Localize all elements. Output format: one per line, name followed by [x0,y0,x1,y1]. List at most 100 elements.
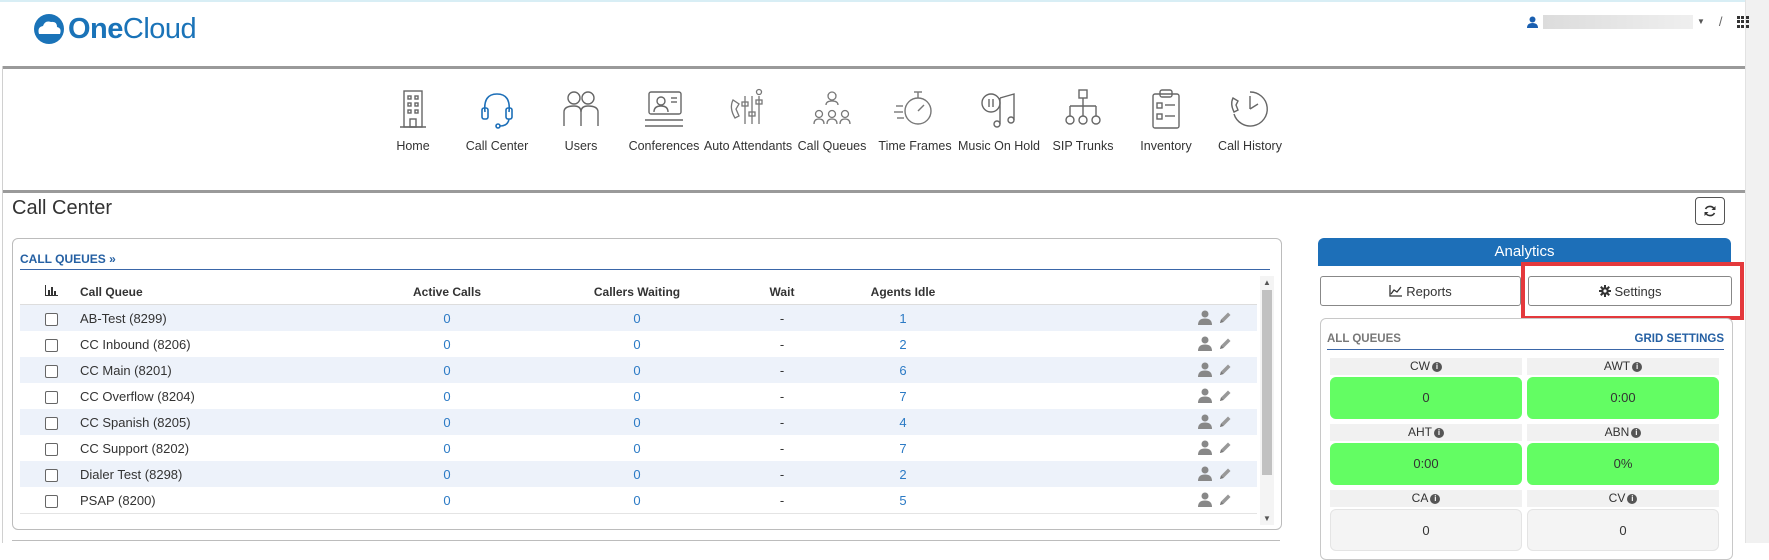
edit-button[interactable] [1218,441,1232,460]
agents-idle-value[interactable]: 2 [899,337,906,352]
call-queues-link[interactable]: CALL QUEUES » [20,252,116,266]
row-checkbox[interactable] [45,339,58,352]
nav-auto-attendants[interactable]: Auto Attendants [702,86,794,154]
nav-conferences[interactable]: Conferences [618,86,710,154]
row-checkbox[interactable] [45,417,58,430]
table-row[interactable]: CC Main (8201) 0 0 - 6 [20,357,1257,384]
table-row[interactable]: CC Inbound (8206) 0 0 - 2 [20,331,1257,358]
agents-button[interactable] [1198,440,1212,460]
active-calls-value[interactable]: 0 [443,493,450,508]
queue-name: AB-Test (8299) [80,311,167,326]
edit-button[interactable] [1218,493,1232,512]
user-menu[interactable]: ▼ / [1527,14,1749,29]
callers-waiting-value[interactable]: 0 [633,493,640,508]
scroll-up-icon[interactable]: ▲ [1263,278,1271,287]
nav-time-frames[interactable]: Time Frames [869,86,961,154]
clipboard-icon [1152,89,1180,129]
table-row[interactable]: CC Overflow (8204) 0 0 - 7 [20,383,1257,410]
info-icon[interactable]: i [1432,361,1442,372]
edit-button[interactable] [1218,337,1232,356]
table-row[interactable]: PSAP (8200) 0 0 - 5 [20,487,1257,514]
row-checkbox[interactable] [45,495,58,508]
nav-music-on-hold[interactable]: Music On Hold [953,86,1045,154]
scroll-thumb[interactable] [1262,290,1272,475]
active-calls-value[interactable]: 0 [443,363,450,378]
active-calls-value[interactable]: 0 [443,337,450,352]
bar-chart-icon[interactable] [45,285,58,296]
info-icon[interactable]: i [1434,427,1444,438]
agents-idle-value[interactable]: 6 [899,363,906,378]
table-row[interactable]: CC Spanish (8205) 0 0 - 4 [20,409,1257,436]
col-agents-idle[interactable]: Agents Idle [871,285,936,299]
callers-waiting-value[interactable]: 0 [633,311,640,326]
metric-awt-name: AWT [1603,359,1631,373]
page-scrollbar[interactable] [1745,0,1769,543]
agents-button[interactable] [1198,336,1212,356]
cloud-logo-icon [34,14,64,44]
agents-button[interactable] [1198,310,1212,330]
row-checkbox[interactable] [45,365,58,378]
nav-users[interactable]: Users [535,86,627,154]
row-checkbox[interactable] [45,313,58,326]
nav-home[interactable]: Home [367,86,459,154]
pencil-icon [1220,442,1231,453]
chevron-down-icon: ▼ [1697,17,1705,26]
callers-waiting-value[interactable]: 0 [633,389,640,404]
agents-idle-value[interactable]: 5 [899,493,906,508]
callers-waiting-value[interactable]: 0 [633,467,640,482]
agents-idle-value[interactable]: 4 [899,415,906,430]
col-wait[interactable]: Wait [770,285,795,299]
active-calls-value[interactable]: 0 [443,467,450,482]
agents-button[interactable] [1198,492,1212,512]
scroll-down-icon[interactable]: ▼ [1263,514,1271,523]
agents-button[interactable] [1198,414,1212,434]
agents-idle-value[interactable]: 7 [899,441,906,456]
col-callers-waiting[interactable]: Callers Waiting [594,285,680,299]
refresh-icon [1704,205,1716,217]
grid-settings-link[interactable]: GRID SETTINGS [1635,333,1724,345]
table-row[interactable]: Dialer Test (8298) 0 0 - 2 [20,461,1257,488]
active-calls-value[interactable]: 0 [443,311,450,326]
col-active-calls[interactable]: Active Calls [413,285,481,299]
table-row[interactable]: CC Support (8202) 0 0 - 7 [20,435,1257,462]
edit-button[interactable] [1218,363,1232,382]
nav-sip-trunks[interactable]: SIP Trunks [1037,86,1129,154]
agents-button[interactable] [1198,362,1212,382]
active-calls-value[interactable]: 0 [443,441,450,456]
table-row[interactable]: AB-Test (8299) 0 0 - 1 [20,305,1257,332]
info-icon[interactable]: i [1632,361,1643,372]
nav-call-history[interactable]: Call History [1204,86,1296,154]
callers-waiting-value[interactable]: 0 [633,363,640,378]
edit-button[interactable] [1218,415,1232,434]
table-scrollbar[interactable]: ▲ ▼ [1260,276,1274,525]
active-calls-value[interactable]: 0 [443,415,450,430]
row-checkbox[interactable] [45,443,58,456]
edit-button[interactable] [1218,311,1232,330]
agents-idle-value[interactable]: 7 [899,389,906,404]
active-calls-value[interactable]: 0 [443,389,450,404]
call-queues-heading: CALL QUEUES [20,252,106,266]
agents-idle-value[interactable]: 1 [899,311,906,326]
info-icon[interactable]: i [1631,427,1642,438]
onecloud-logo[interactable]: OneCloud [30,12,197,46]
refresh-button[interactable] [1695,197,1725,225]
row-checkbox[interactable] [45,391,58,404]
edit-button[interactable] [1218,389,1232,408]
row-checkbox[interactable] [45,469,58,482]
callers-waiting-value[interactable]: 0 [633,415,640,430]
agents-idle-value[interactable]: 2 [899,467,906,482]
callers-waiting-value[interactable]: 0 [633,337,640,352]
queue-name: CC Support (8202) [80,441,190,456]
nav-inventory[interactable]: Inventory [1120,86,1212,154]
nav-call-queues[interactable]: Call Queues [786,86,878,154]
col-call-queue[interactable]: Call Queue [80,285,143,299]
agents-button[interactable] [1198,466,1212,486]
info-icon[interactable]: i [1627,493,1638,504]
info-icon[interactable]: i [1430,493,1441,504]
apps-grid-icon[interactable] [1736,15,1749,28]
agents-button[interactable] [1198,388,1212,408]
callers-waiting-value[interactable]: 0 [633,441,640,456]
edit-button[interactable] [1218,467,1232,486]
nav-call-center[interactable]: Call Center [451,86,543,154]
reports-button[interactable]: Reports [1320,276,1521,306]
